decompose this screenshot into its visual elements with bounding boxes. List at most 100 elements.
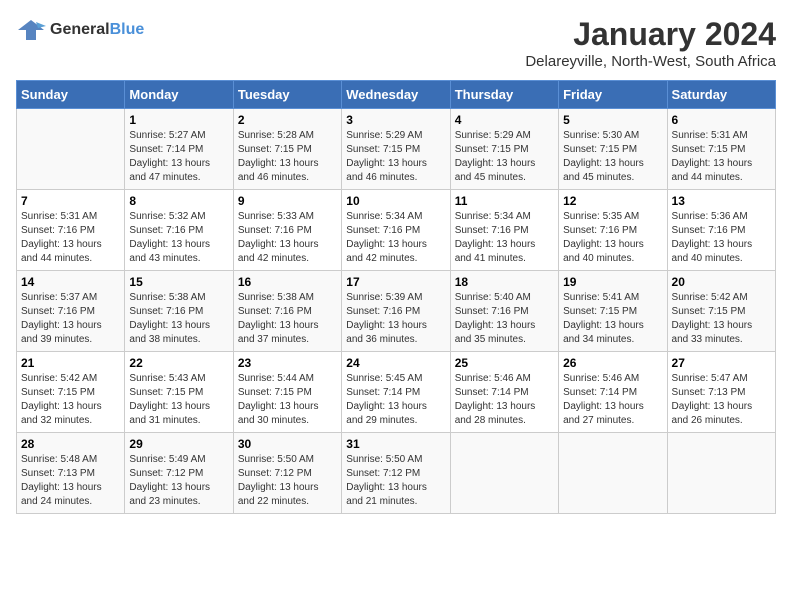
day-info: Sunrise: 5:31 AM Sunset: 7:15 PM Dayligh… (672, 129, 771, 185)
day-info: Sunrise: 5:27 AM Sunset: 7:14 PM Dayligh… (129, 129, 228, 185)
day-info: Sunrise: 5:48 AM Sunset: 7:13 PM Dayligh… (21, 453, 120, 509)
calendar-day-cell: 17 Sunrise: 5:39 AM Sunset: 7:16 PM Dayli… (342, 271, 450, 352)
day-number: 17 (346, 275, 445, 289)
calendar-day-cell: 19 Sunrise: 5:41 AM Sunset: 7:15 PM Dayli… (559, 271, 667, 352)
day-number: 5 (563, 113, 662, 127)
calendar-day-cell (667, 433, 775, 514)
day-number: 24 (346, 356, 445, 370)
day-info: Sunrise: 5:50 AM Sunset: 7:12 PM Dayligh… (346, 453, 445, 509)
calendar-day-cell: 25 Sunrise: 5:46 AM Sunset: 7:14 PM Dayli… (450, 352, 558, 433)
calendar-body: 1 Sunrise: 5:27 AM Sunset: 7:14 PM Daylig… (17, 109, 776, 514)
day-number: 9 (238, 194, 337, 208)
calendar-day-cell: 20 Sunrise: 5:42 AM Sunset: 7:15 PM Dayli… (667, 271, 775, 352)
day-number: 14 (21, 275, 120, 289)
weekday-header-cell: Thursday (450, 81, 558, 109)
calendar-day-cell: 30Sunrise: 5:50 AM Sunset: 7:12 PM Dayli… (233, 433, 341, 514)
calendar-day-cell (17, 109, 125, 190)
calendar-day-cell: 12 Sunrise: 5:35 AM Sunset: 7:16 PM Dayli… (559, 190, 667, 271)
calendar-day-cell: 18 Sunrise: 5:40 AM Sunset: 7:16 PM Dayli… (450, 271, 558, 352)
logo-icon (16, 16, 46, 44)
weekday-header-cell: Tuesday (233, 81, 341, 109)
weekday-header-cell: Wednesday (342, 81, 450, 109)
weekday-header-cell: Sunday (17, 81, 125, 109)
day-info: Sunrise: 5:50 AM Sunset: 7:12 PM Dayligh… (238, 453, 337, 509)
calendar-day-cell: 31 Sunrise: 5:50 AM Sunset: 7:12 PM Dayli… (342, 433, 450, 514)
day-number: 19 (563, 275, 662, 289)
calendar-day-cell: 11 Sunrise: 5:34 AM Sunset: 7:16 PM Dayli… (450, 190, 558, 271)
day-info: Sunrise: 5:34 AM Sunset: 7:16 PM Dayligh… (455, 210, 554, 266)
day-info: Sunrise: 5:29 AM Sunset: 7:15 PM Dayligh… (346, 129, 445, 185)
day-number: 18 (455, 275, 554, 289)
day-number: 12 (563, 194, 662, 208)
day-info: Sunrise: 5:32 AM Sunset: 7:16 PM Dayligh… (129, 210, 228, 266)
day-number: 22 (129, 356, 228, 370)
day-info: Sunrise: 5:31 AM Sunset: 7:16 PM Dayligh… (21, 210, 120, 266)
calendar-day-cell: 21Sunrise: 5:42 AM Sunset: 7:15 PM Dayli… (17, 352, 125, 433)
day-info: Sunrise: 5:33 AM Sunset: 7:16 PM Dayligh… (238, 210, 337, 266)
day-info: Sunrise: 5:38 AM Sunset: 7:16 PM Dayligh… (129, 291, 228, 347)
weekday-header-cell: Friday (559, 81, 667, 109)
logo-text: GeneralBlue (50, 21, 144, 39)
calendar-table: SundayMondayTuesdayWednesdayThursdayFrid… (16, 80, 776, 514)
calendar-week-row: 21Sunrise: 5:42 AM Sunset: 7:15 PM Dayli… (17, 352, 776, 433)
calendar-day-cell: 15Sunrise: 5:38 AM Sunset: 7:16 PM Dayli… (125, 271, 233, 352)
weekday-header-cell: Saturday (667, 81, 775, 109)
day-info: Sunrise: 5:39 AM Sunset: 7:16 PM Dayligh… (346, 291, 445, 347)
day-info: Sunrise: 5:43 AM Sunset: 7:15 PM Dayligh… (129, 372, 228, 428)
day-info: Sunrise: 5:44 AM Sunset: 7:15 PM Dayligh… (238, 372, 337, 428)
header: GeneralBlue January 2024 Delareyville, N… (16, 16, 776, 70)
calendar-day-cell: 2 Sunrise: 5:28 AM Sunset: 7:15 PM Daylig… (233, 109, 341, 190)
day-info: Sunrise: 5:49 AM Sunset: 7:12 PM Dayligh… (129, 453, 228, 509)
day-number: 29 (129, 437, 228, 451)
calendar-day-cell: 26 Sunrise: 5:46 AM Sunset: 7:14 PM Dayli… (559, 352, 667, 433)
day-info: Sunrise: 5:30 AM Sunset: 7:15 PM Dayligh… (563, 129, 662, 185)
calendar-day-cell: 6Sunrise: 5:31 AM Sunset: 7:15 PM Daylig… (667, 109, 775, 190)
day-info: Sunrise: 5:46 AM Sunset: 7:14 PM Dayligh… (455, 372, 554, 428)
calendar-week-row: 14Sunrise: 5:37 AM Sunset: 7:16 PM Dayli… (17, 271, 776, 352)
day-number: 7 (21, 194, 120, 208)
day-number: 28 (21, 437, 120, 451)
day-info: Sunrise: 5:46 AM Sunset: 7:14 PM Dayligh… (563, 372, 662, 428)
calendar-day-cell (559, 433, 667, 514)
day-number: 11 (455, 194, 554, 208)
title-area: January 2024 Delareyville, North-West, S… (525, 16, 776, 70)
day-info: Sunrise: 5:34 AM Sunset: 7:16 PM Dayligh… (346, 210, 445, 266)
calendar-day-cell: 1 Sunrise: 5:27 AM Sunset: 7:14 PM Daylig… (125, 109, 233, 190)
calendar-day-cell: 4Sunrise: 5:29 AM Sunset: 7:15 PM Daylig… (450, 109, 558, 190)
calendar-day-cell: 23 Sunrise: 5:44 AM Sunset: 7:15 PM Dayli… (233, 352, 341, 433)
day-number: 10 (346, 194, 445, 208)
day-info: Sunrise: 5:28 AM Sunset: 7:15 PM Dayligh… (238, 129, 337, 185)
day-info: Sunrise: 5:36 AM Sunset: 7:16 PM Dayligh… (672, 210, 771, 266)
day-info: Sunrise: 5:41 AM Sunset: 7:15 PM Dayligh… (563, 291, 662, 347)
day-info: Sunrise: 5:38 AM Sunset: 7:16 PM Dayligh… (238, 291, 337, 347)
calendar-subtitle: Delareyville, North-West, South Africa (525, 53, 776, 70)
day-number: 21 (21, 356, 120, 370)
calendar-day-cell: 7 Sunrise: 5:31 AM Sunset: 7:16 PM Daylig… (17, 190, 125, 271)
calendar-week-row: 1 Sunrise: 5:27 AM Sunset: 7:14 PM Daylig… (17, 109, 776, 190)
day-info: Sunrise: 5:35 AM Sunset: 7:16 PM Dayligh… (563, 210, 662, 266)
calendar-day-cell: 16 Sunrise: 5:38 AM Sunset: 7:16 PM Dayli… (233, 271, 341, 352)
day-number: 16 (238, 275, 337, 289)
day-number: 4 (455, 113, 554, 127)
weekday-header-cell: Monday (125, 81, 233, 109)
calendar-day-cell: 3Sunrise: 5:29 AM Sunset: 7:15 PM Daylig… (342, 109, 450, 190)
day-info: Sunrise: 5:40 AM Sunset: 7:16 PM Dayligh… (455, 291, 554, 347)
day-number: 8 (129, 194, 228, 208)
calendar-day-cell: 29 Sunrise: 5:49 AM Sunset: 7:12 PM Dayli… (125, 433, 233, 514)
day-number: 23 (238, 356, 337, 370)
calendar-day-cell: 24 Sunrise: 5:45 AM Sunset: 7:14 PM Dayli… (342, 352, 450, 433)
calendar-day-cell: 8 Sunrise: 5:32 AM Sunset: 7:16 PM Daylig… (125, 190, 233, 271)
day-info: Sunrise: 5:42 AM Sunset: 7:15 PM Dayligh… (672, 291, 771, 347)
day-number: 20 (672, 275, 771, 289)
day-number: 1 (129, 113, 228, 127)
day-number: 25 (455, 356, 554, 370)
day-number: 26 (563, 356, 662, 370)
calendar-day-cell: 5 Sunrise: 5:30 AM Sunset: 7:15 PM Daylig… (559, 109, 667, 190)
calendar-day-cell: 9 Sunrise: 5:33 AM Sunset: 7:16 PM Daylig… (233, 190, 341, 271)
calendar-day-cell: 28 Sunrise: 5:48 AM Sunset: 7:13 PM Dayli… (17, 433, 125, 514)
logo: GeneralBlue (16, 16, 144, 44)
calendar-week-row: 28 Sunrise: 5:48 AM Sunset: 7:13 PM Dayli… (17, 433, 776, 514)
day-number: 31 (346, 437, 445, 451)
day-number: 2 (238, 113, 337, 127)
day-info: Sunrise: 5:45 AM Sunset: 7:14 PM Dayligh… (346, 372, 445, 428)
